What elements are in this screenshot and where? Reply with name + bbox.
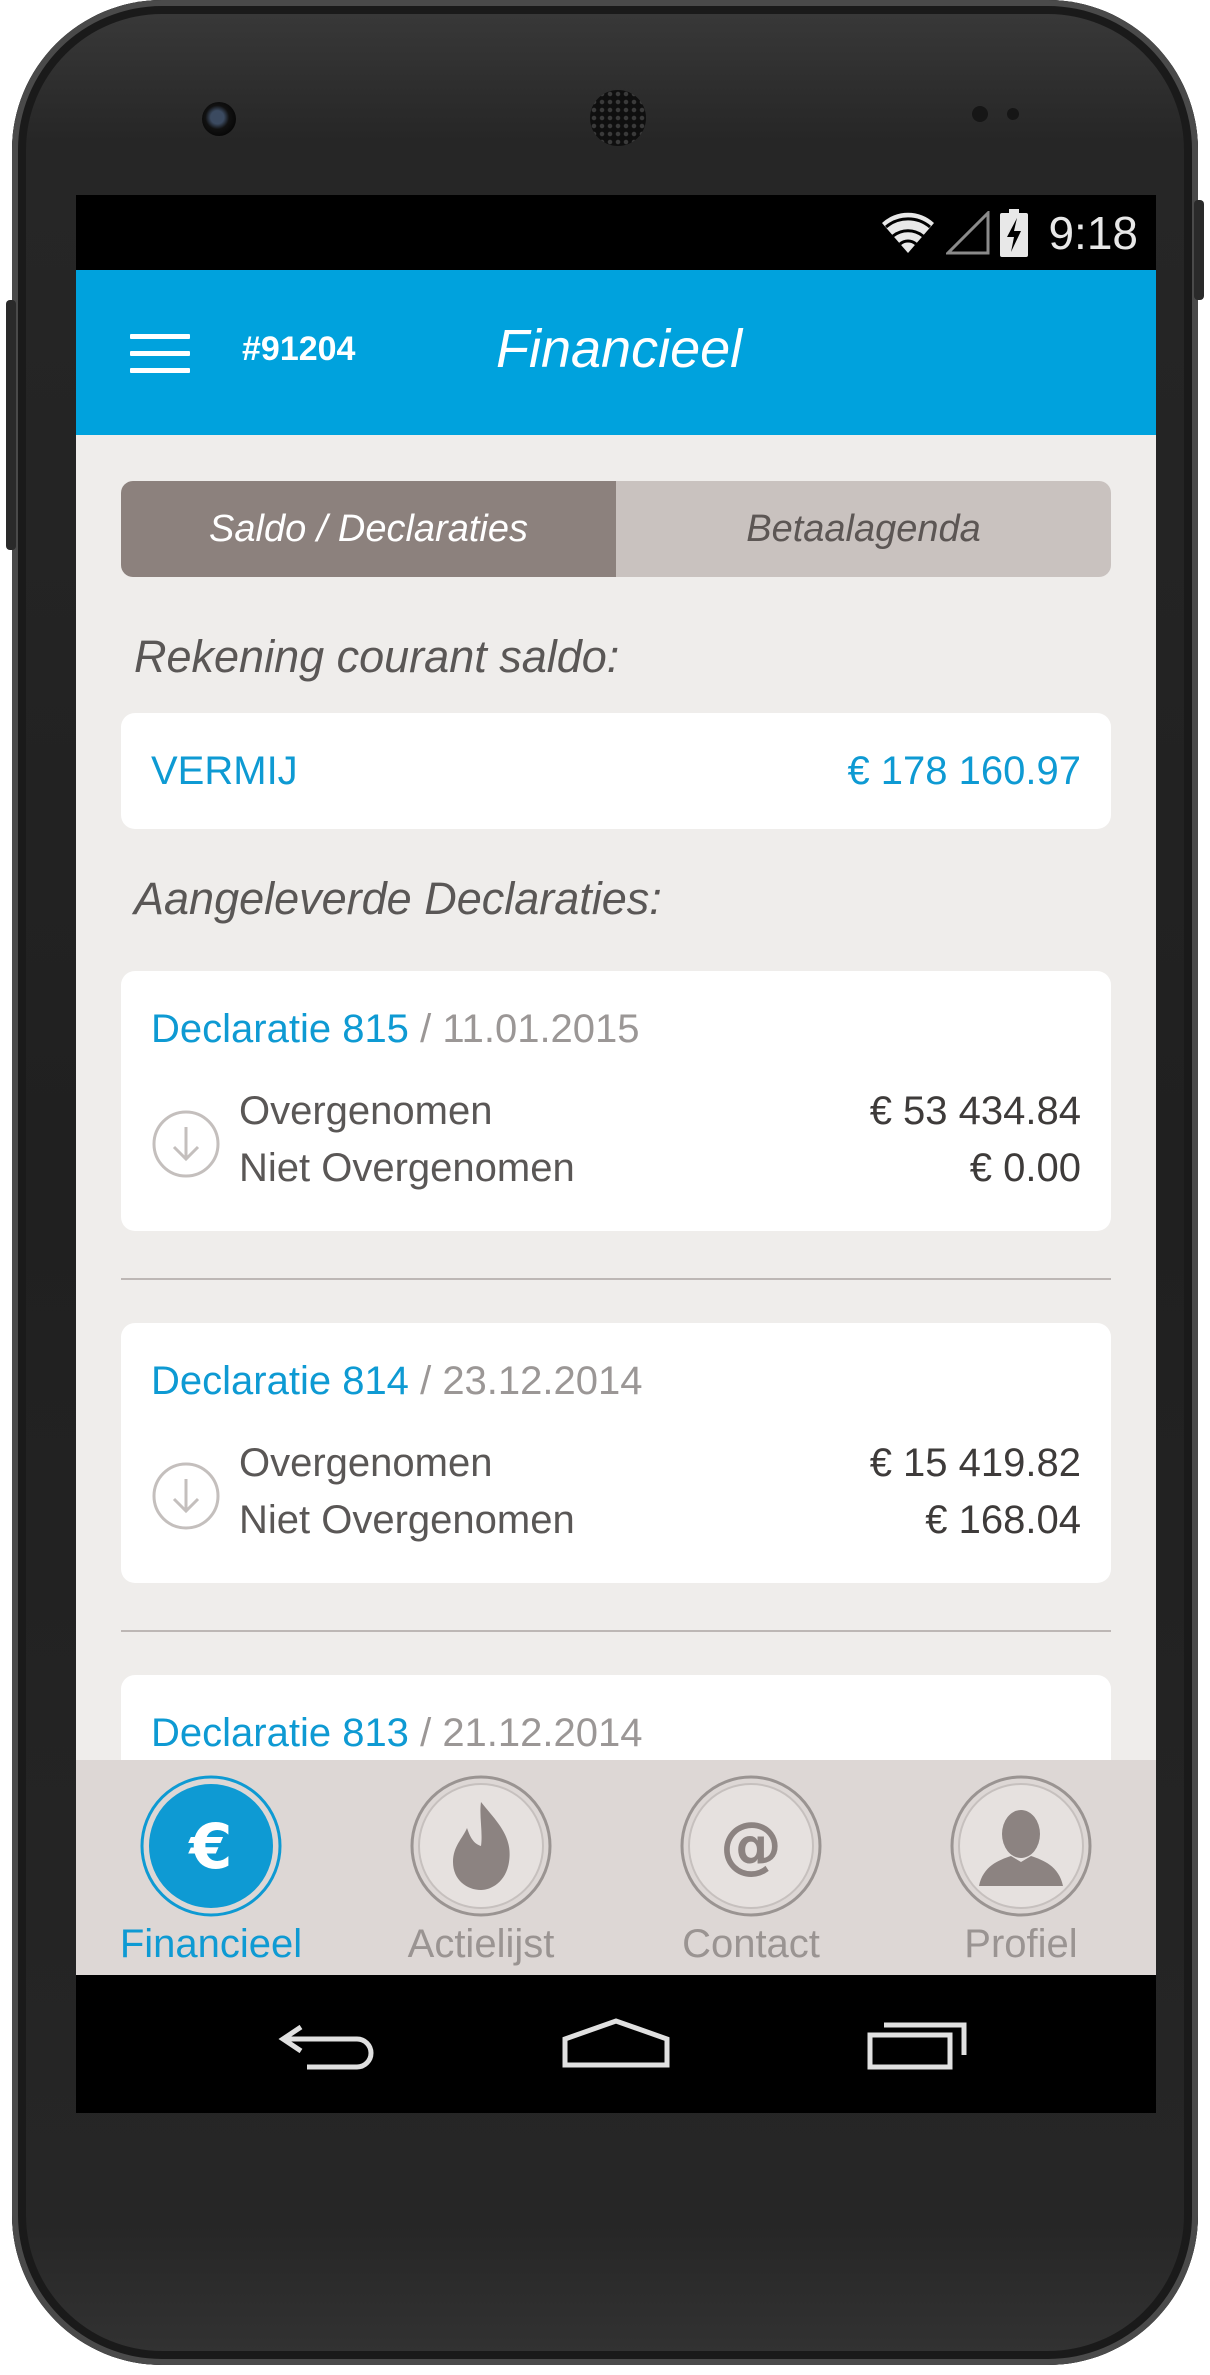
- saldo-heading: Rekening courant saldo:: [134, 631, 620, 682]
- tab-betaalagenda[interactable]: Betaalagenda: [616, 481, 1111, 577]
- declaration-card[interactable]: Declaratie 814 / 23.12.2014 Overgenomen …: [121, 1323, 1111, 1583]
- declaration-row: Overgenomen € 53 434.84: [239, 1089, 1081, 1134]
- front-camera: [202, 102, 236, 136]
- arrow-down-circle-icon: [152, 1110, 220, 1178]
- declaration-separator: /: [420, 1359, 432, 1403]
- wifi-icon: [882, 212, 935, 253]
- status-bar: 9:18: [76, 195, 1156, 270]
- phone-frame: 9:18 #91204 Financieel Saldo / Declarati…: [6, 0, 1204, 2365]
- arrow-down-circle-icon: [152, 1462, 220, 1530]
- declaration-row: Niet Overgenomen € 0.00: [239, 1146, 1081, 1191]
- declaration-date: 21.12.2014: [442, 1711, 643, 1755]
- declaration-number: Declaratie 813: [151, 1711, 409, 1755]
- bottom-navigation: € Financieel Actielijst @ Contact Profie…: [76, 1760, 1156, 1975]
- declaration-header: Declaratie 813 / 21.12.2014: [151, 1711, 643, 1756]
- declaration-date: 23.12.2014: [442, 1359, 643, 1403]
- declaration-header: Declaratie 815 / 11.01.2015: [151, 1007, 640, 1052]
- hamburger-menu-icon[interactable]: [130, 334, 190, 373]
- page-title: Financieel: [496, 319, 743, 379]
- tab-saldo-declaraties[interactable]: Saldo / Declaraties: [121, 481, 616, 577]
- cellular-signal-icon: [946, 211, 990, 255]
- row-label: Niet Overgenomen: [239, 1498, 575, 1542]
- earpiece-speaker: [590, 90, 646, 146]
- declaration-separator: /: [420, 1711, 432, 1755]
- saldo-card[interactable]: VERMIJ € 178 160.97: [121, 713, 1111, 829]
- nav-financieel[interactable]: € Financieel: [76, 1774, 346, 1974]
- proximity-sensor: [972, 106, 988, 122]
- divider: [121, 1278, 1111, 1280]
- power-button: [1194, 200, 1204, 300]
- light-sensor: [1007, 108, 1019, 120]
- at-sign-icon: @: [680, 1775, 822, 1917]
- recent-apps-icon[interactable]: [864, 2009, 974, 2079]
- saldo-amount: € 178 160.97: [847, 748, 1081, 793]
- declaration-row: Niet Overgenomen € 168.04: [239, 1498, 1081, 1543]
- declaration-date: 11.01.2015: [442, 1007, 640, 1051]
- row-amount: € 53 434.84: [869, 1089, 1081, 1133]
- flame-icon: [410, 1775, 552, 1917]
- svg-text:@: @: [720, 1808, 782, 1881]
- declaration-header: Declaratie 814 / 23.12.2014: [151, 1359, 643, 1404]
- declaration-row: Overgenomen € 15 419.82: [239, 1441, 1081, 1486]
- declaration-number: Declaratie 814: [151, 1359, 409, 1403]
- nav-label: Profiel: [964, 1922, 1078, 1966]
- divider: [121, 1630, 1111, 1632]
- account-id: #91204: [242, 330, 356, 368]
- saldo-name: VERMIJ: [151, 748, 298, 793]
- segmented-tabs: Saldo / Declaraties Betaalagenda: [121, 481, 1111, 577]
- row-amount: € 0.00: [969, 1146, 1081, 1190]
- nav-contact[interactable]: @ Contact: [616, 1774, 886, 1974]
- row-label: Overgenomen: [239, 1089, 493, 1133]
- screen: 9:18 #91204 Financieel Saldo / Declarati…: [76, 195, 1156, 2113]
- row-amount: € 168.04: [925, 1498, 1081, 1542]
- row-amount: € 15 419.82: [869, 1441, 1081, 1485]
- main-content[interactable]: Saldo / Declaraties Betaalagenda Rekenin…: [76, 435, 1156, 1760]
- nav-label: Financieel: [119, 1922, 303, 1966]
- row-label: Overgenomen: [239, 1441, 493, 1485]
- euro-icon: €: [140, 1775, 282, 1917]
- nav-actielijst[interactable]: Actielijst: [346, 1774, 616, 1974]
- status-time: 9:18: [1048, 207, 1138, 259]
- back-icon[interactable]: [271, 2009, 381, 2079]
- declarations-heading: Aangeleverde Declaraties:: [134, 873, 662, 924]
- declaration-card[interactable]: Declaratie 815 / 11.01.2015 Overgenomen …: [121, 971, 1111, 1231]
- volume-button: [6, 300, 16, 550]
- app-bar: #91204 Financieel: [76, 270, 1156, 435]
- nav-label: Actielijst: [407, 1922, 555, 1966]
- nav-profiel[interactable]: Profiel: [886, 1774, 1156, 1974]
- nav-label: Contact: [682, 1922, 820, 1966]
- svg-text:€: €: [187, 1810, 232, 1883]
- row-label: Niet Overgenomen: [239, 1146, 575, 1190]
- home-icon[interactable]: [561, 2009, 671, 2079]
- person-icon: [950, 1775, 1092, 1917]
- declaration-card[interactable]: Declaratie 813 / 21.12.2014: [121, 1675, 1111, 1760]
- declaration-separator: /: [420, 1007, 432, 1051]
- system-navigation-bar: [76, 1975, 1156, 2113]
- battery-charging-icon: [1000, 209, 1029, 257]
- declaration-number: Declaratie 815: [151, 1007, 409, 1051]
